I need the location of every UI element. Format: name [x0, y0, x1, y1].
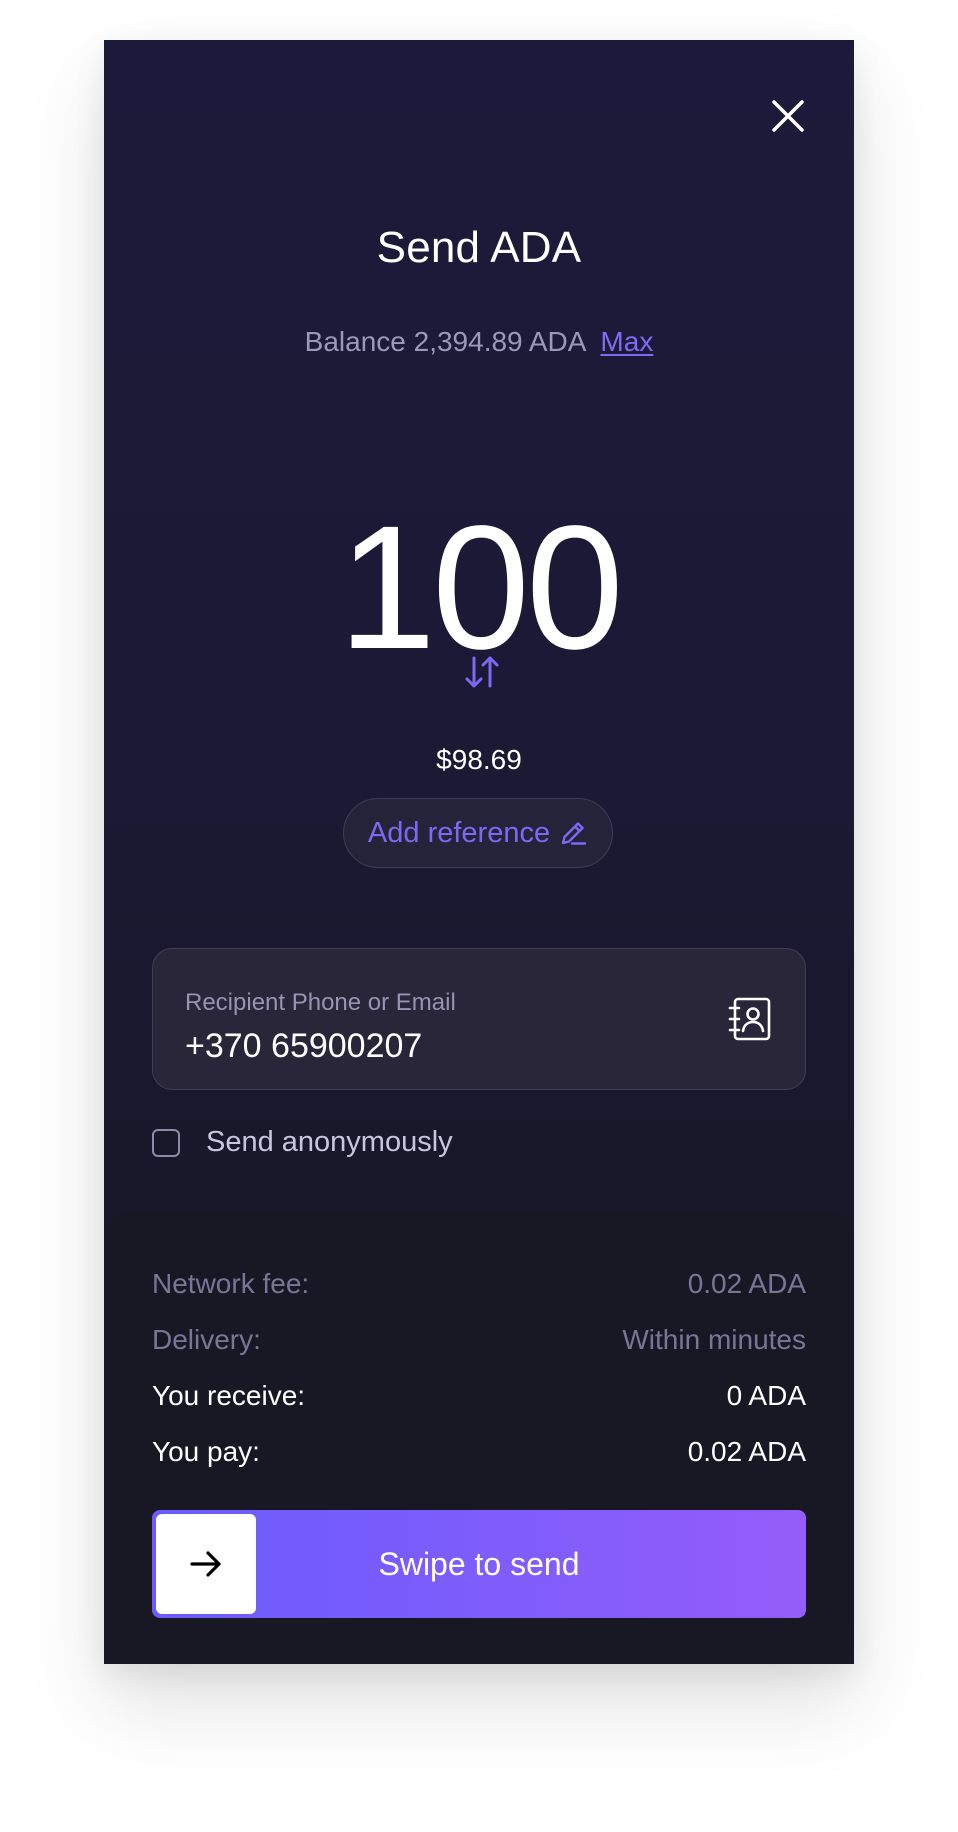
- delivery-row: Delivery: Within minutes: [152, 1324, 806, 1356]
- swap-currency-button[interactable]: [462, 652, 502, 692]
- amount-value[interactable]: 100: [104, 500, 854, 676]
- send-anonymously-row[interactable]: Send anonymously: [152, 1126, 453, 1159]
- pay-label: You pay:: [152, 1436, 260, 1467]
- recipient-label: Recipient Phone or Email: [185, 989, 456, 1016]
- receive-row: You receive: 0 ADA: [152, 1380, 806, 1412]
- network-fee-row: Network fee: 0.02 ADA: [152, 1268, 806, 1300]
- delivery-label: Delivery:: [152, 1324, 261, 1355]
- swipe-handle[interactable]: [156, 1514, 256, 1614]
- fiat-value: $98.69: [436, 744, 522, 775]
- delivery-value: Within minutes: [622, 1324, 806, 1355]
- recipient-input[interactable]: +370 65900207: [185, 1027, 422, 1066]
- recipient-field[interactable]: Recipient Phone or Email +370 65900207: [152, 948, 806, 1090]
- pay-value: 0.02 ADA: [687, 1436, 806, 1467]
- receive-label: You receive:: [152, 1380, 306, 1411]
- page-title: Send ADA: [376, 223, 582, 272]
- close-button[interactable]: [768, 96, 808, 136]
- contacts-book-icon: [728, 997, 771, 1041]
- arrow-right-icon: [190, 1551, 221, 1577]
- close-icon: [772, 100, 804, 132]
- pay-row: You pay: 0.02 ADA: [152, 1436, 806, 1468]
- send-anonymously-checkbox[interactable]: [152, 1128, 180, 1157]
- receive-value: 0 ADA: [726, 1380, 806, 1411]
- balance-text: Balance 2,394.89 ADA: [304, 326, 587, 357]
- network-fee-label: Network fee:: [152, 1268, 310, 1299]
- swap-arrows-icon: [465, 656, 499, 688]
- add-reference-label: Add reference: [367, 816, 551, 849]
- pencil-icon: [561, 822, 587, 845]
- contacts-button[interactable]: [727, 995, 775, 1043]
- swipe-to-send-slider[interactable]: Swipe to send: [152, 1510, 806, 1618]
- add-reference-button[interactable]: Add reference: [343, 798, 613, 868]
- network-fee-value: 0.02 ADA: [687, 1268, 806, 1299]
- send-anonymously-label: Send anonymously: [206, 1126, 453, 1158]
- max-link[interactable]: Max: [600, 326, 653, 357]
- send-screen: Send ADA Balance 2,394.89 ADA Max 100 $98…: [104, 40, 854, 1664]
- balance-row: Balance 2,394.89 ADA Max: [104, 326, 854, 358]
